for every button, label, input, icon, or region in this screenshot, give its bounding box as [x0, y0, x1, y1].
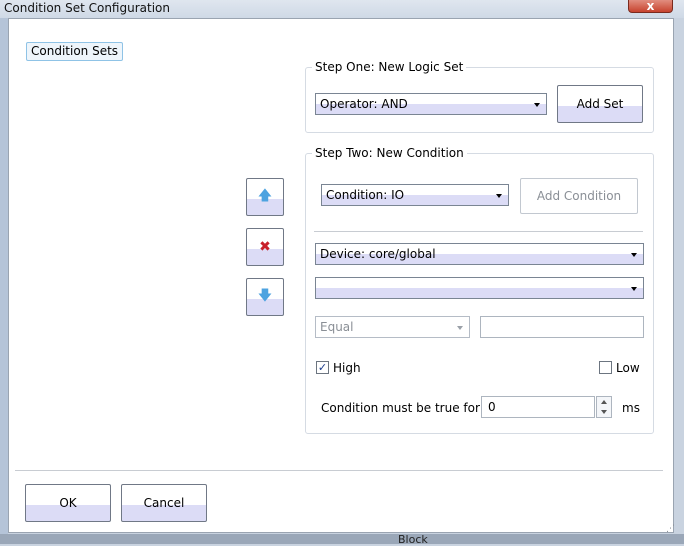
delete-x-icon: ✖ [259, 239, 271, 255]
operator-value: Operator: AND [320, 97, 408, 111]
desktop-background-left [0, 0, 8, 544]
low-checkbox[interactable] [599, 361, 612, 374]
background-block-text: Block [398, 533, 428, 546]
duration-unit: ms [622, 401, 640, 415]
delete-button[interactable]: ✖ [246, 228, 284, 266]
arrow-down-icon: 🡇 [257, 288, 273, 304]
arrow-up-icon: 🡅 [257, 188, 273, 204]
condition-type-value: Condition: IO [326, 188, 405, 202]
duration-input[interactable]: 0 [481, 396, 595, 418]
cancel-button[interactable]: Cancel [121, 484, 207, 522]
step-two-title: Step Two: New Condition [312, 146, 467, 160]
device-value: Device: core/global [320, 247, 436, 261]
step-one-title: Step One: New Logic Set [312, 60, 467, 74]
add-condition-button[interactable]: Add Condition [520, 178, 638, 214]
low-label: Low [616, 361, 640, 375]
title-bar: Condition Set Configuration [0, 0, 684, 18]
add-set-button[interactable]: Add Set [557, 85, 643, 123]
resize-grip-icon[interactable]: ⋰ [666, 524, 675, 534]
high-checkbox[interactable]: ✓ [316, 361, 329, 374]
footer-divider [15, 470, 663, 471]
chevron-down-icon [631, 287, 637, 291]
duration-spinner[interactable] [596, 396, 612, 418]
high-label: High [333, 361, 361, 375]
spin-up-icon[interactable] [601, 400, 607, 404]
comparison-value: Equal [320, 320, 354, 334]
chevron-down-icon [457, 326, 463, 330]
move-up-button[interactable]: 🡅 [246, 178, 284, 216]
step-two-divider [314, 231, 643, 232]
io-point-dropdown[interactable] [315, 277, 644, 299]
close-button[interactable]: x [628, 0, 673, 13]
window-title: Condition Set Configuration [4, 1, 170, 15]
ok-button[interactable]: OK [25, 484, 111, 522]
chevron-down-icon [631, 253, 637, 257]
comparison-dropdown[interactable]: Equal [315, 316, 470, 338]
step-one-group: Step One: New Logic Set Operator: AND Ad… [305, 60, 654, 133]
condition-sets-tree-item[interactable]: Condition Sets [26, 42, 124, 61]
condition-type-dropdown[interactable]: Condition: IO [321, 184, 509, 206]
spin-down-icon[interactable] [601, 410, 607, 414]
dialog-body: Condition Sets Step One: New Logic Set O… [8, 18, 675, 534]
close-icon: x [646, 0, 655, 13]
chevron-down-icon [534, 103, 540, 107]
step-two-group: Step Two: New Condition Condition: IO Ad… [305, 146, 654, 434]
chevron-down-icon [496, 194, 502, 198]
desktop-background-bottom [0, 534, 684, 544]
operator-dropdown[interactable]: Operator: AND [315, 93, 547, 115]
comparison-value-input[interactable] [480, 316, 644, 338]
duration-label: Condition must be true for [321, 401, 480, 415]
move-down-button[interactable]: 🡇 [246, 278, 284, 316]
device-dropdown[interactable]: Device: core/global [315, 243, 644, 265]
